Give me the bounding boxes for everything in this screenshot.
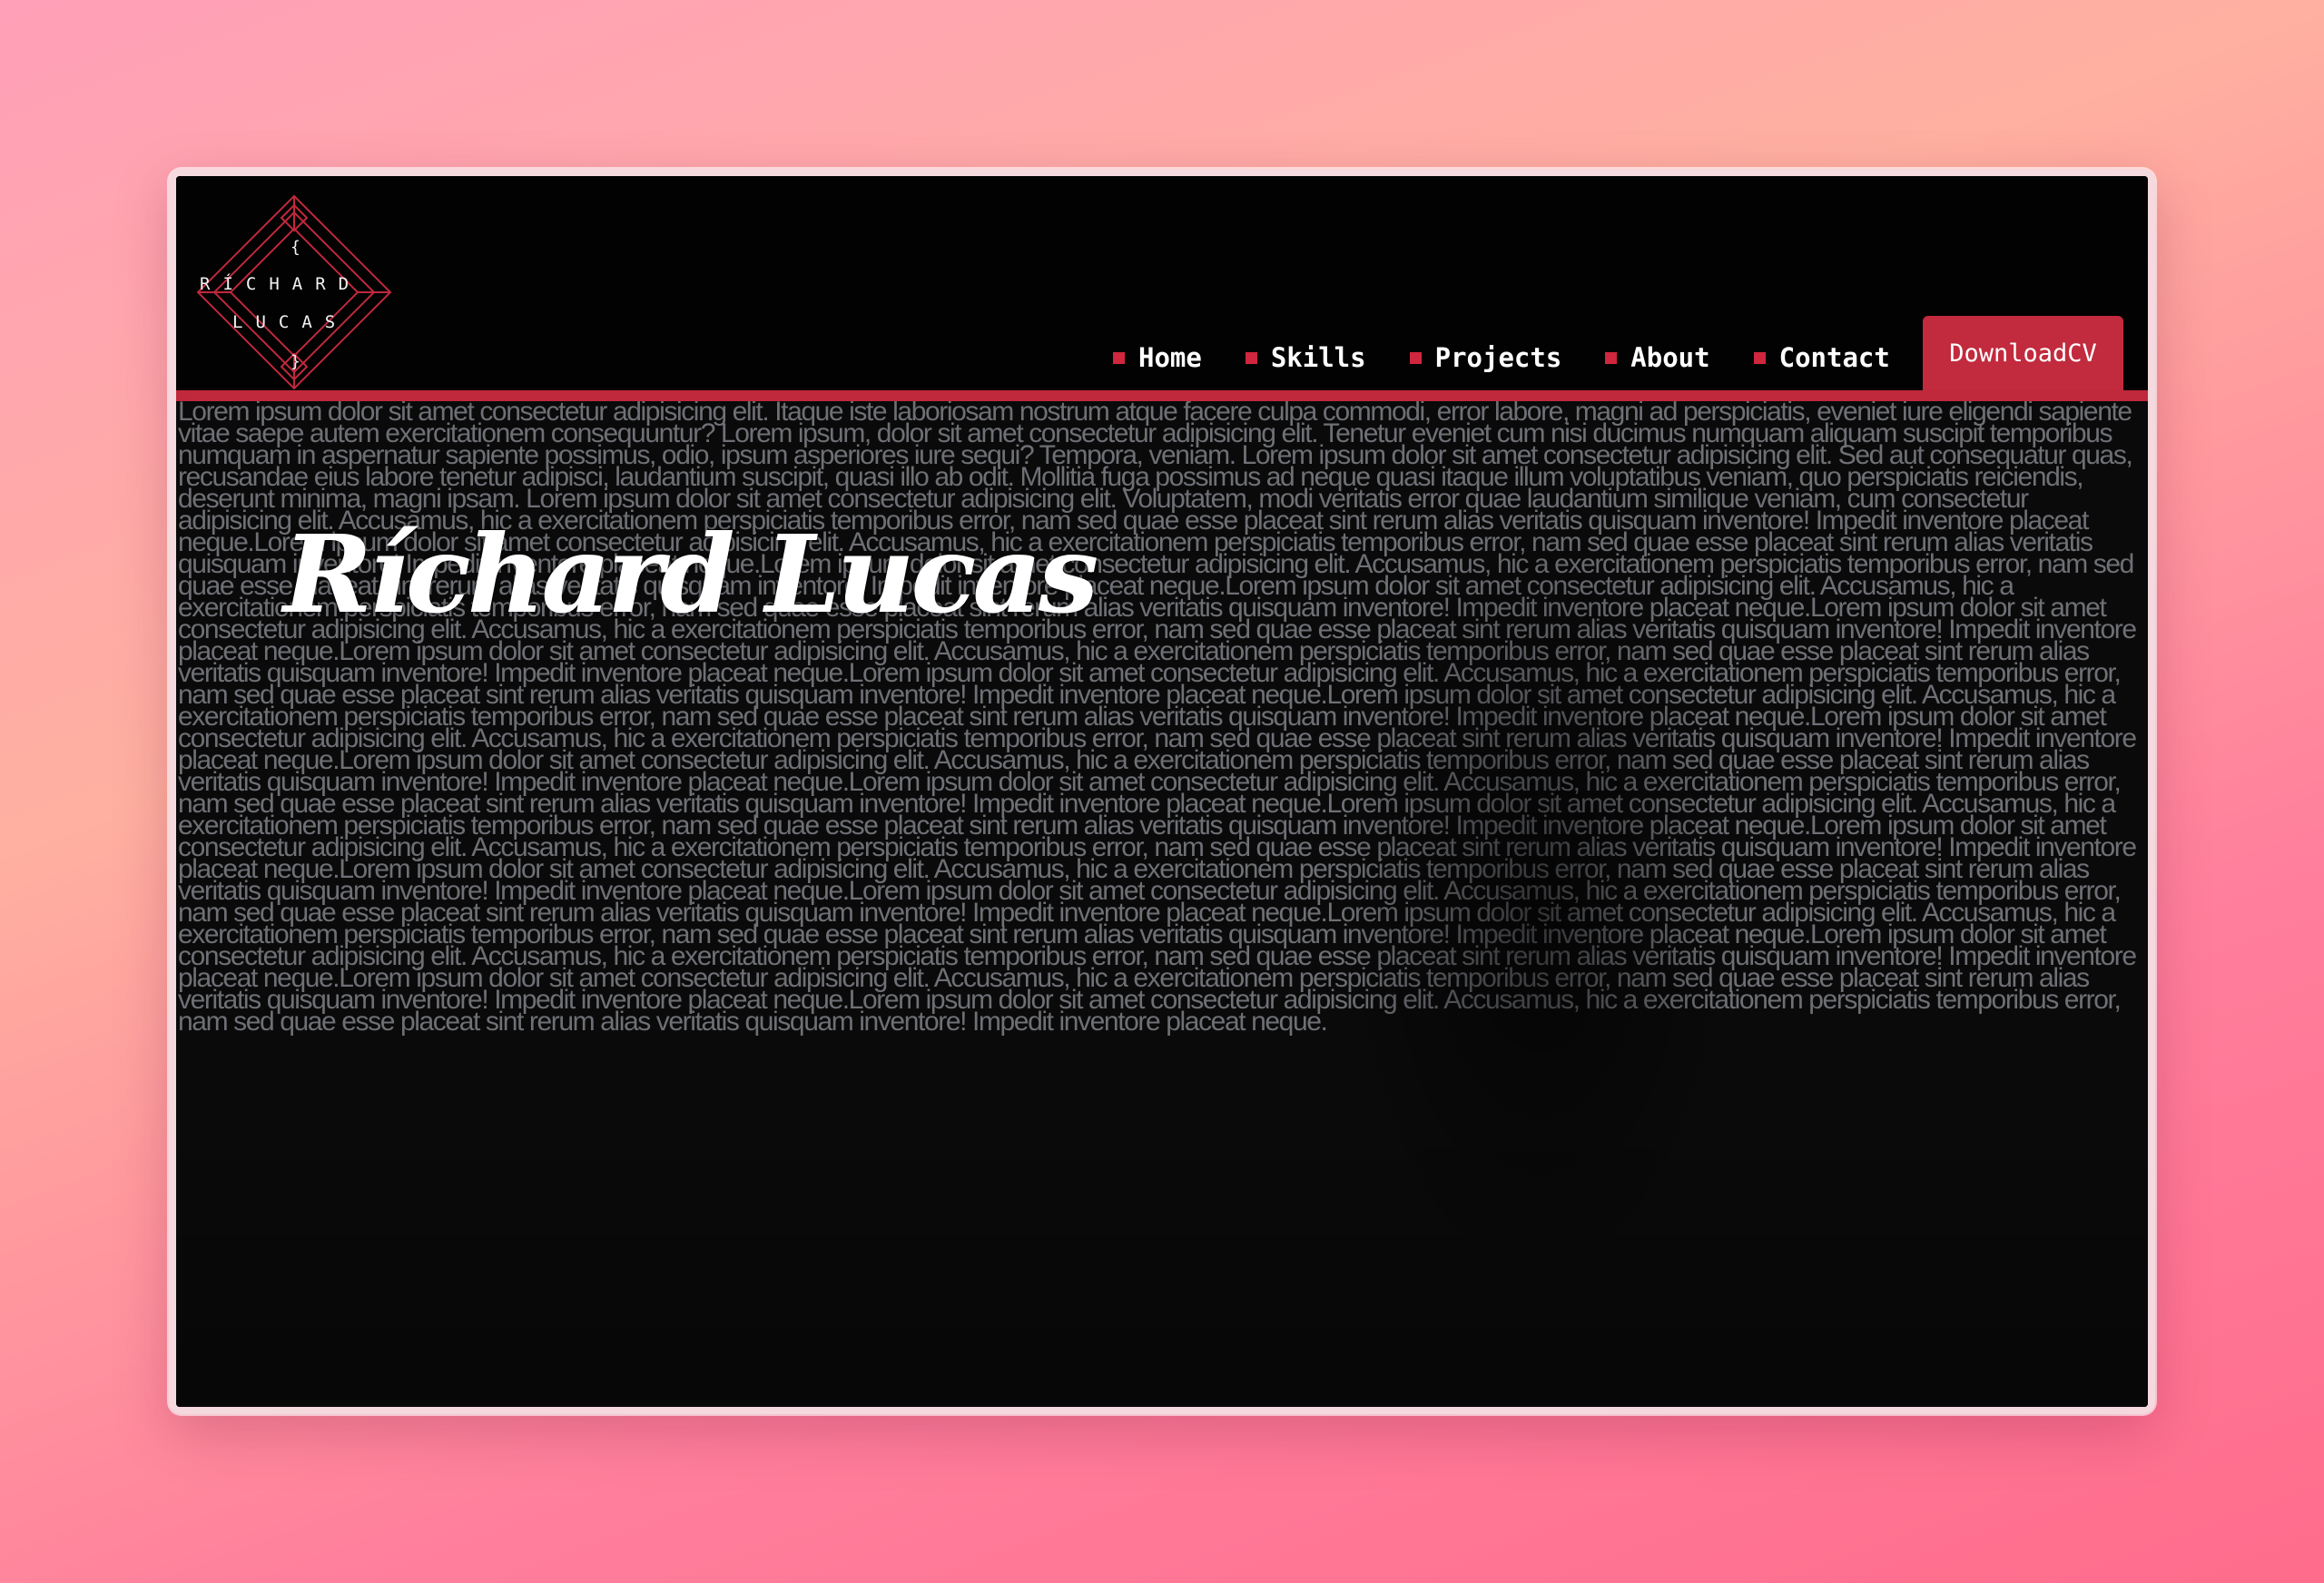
logo-line-1: RÍCHARD	[200, 274, 362, 294]
bullet-square-icon	[1605, 351, 1618, 364]
nav-item-contact[interactable]: Contact	[1753, 342, 1890, 373]
site-header: { RÍCHARD LUCAS } Home Skills Projects A…	[176, 176, 2148, 390]
nav-item-about[interactable]: About	[1605, 342, 1710, 373]
logo-bottom-brace: }	[290, 352, 300, 371]
logo-line-2: LUCAS	[232, 312, 349, 332]
nav-item-label: Home	[1138, 342, 1202, 373]
browser-window: { RÍCHARD LUCAS } Home Skills Projects A…	[169, 169, 2155, 1414]
logo[interactable]: { RÍCHARD LUCAS }	[194, 192, 394, 392]
nav-item-home[interactable]: Home	[1113, 342, 1202, 373]
bullet-square-icon	[1113, 351, 1125, 364]
bullet-square-icon	[1245, 351, 1257, 364]
nav-item-label: Skills	[1270, 342, 1366, 373]
hero-section: Lorem ipsum dolor sit amet consectetur a…	[176, 401, 2148, 1407]
bullet-square-icon	[1753, 351, 1766, 364]
nav-item-skills[interactable]: Skills	[1245, 342, 1366, 373]
page-frame: { RÍCHARD LUCAS } Home Skills Projects A…	[176, 176, 2148, 1407]
header-divider	[176, 390, 2148, 401]
nav-item-label: About	[1630, 342, 1710, 373]
logo-top-brace: {	[290, 238, 300, 257]
background-text: Lorem ipsum dolor sit amet consectetur a…	[178, 401, 2137, 1037]
hero-name: Ríchard Lucas	[283, 511, 1098, 638]
download-cv-button[interactable]: DownloadCV	[1923, 316, 2123, 390]
nav-item-projects[interactable]: Projects	[1409, 342, 1562, 373]
bullet-square-icon	[1409, 351, 1422, 364]
nav-item-label: Projects	[1434, 342, 1562, 373]
nav-item-label: Contact	[1778, 342, 1890, 373]
main-nav: Home Skills Projects About Contact	[1113, 338, 1934, 378]
